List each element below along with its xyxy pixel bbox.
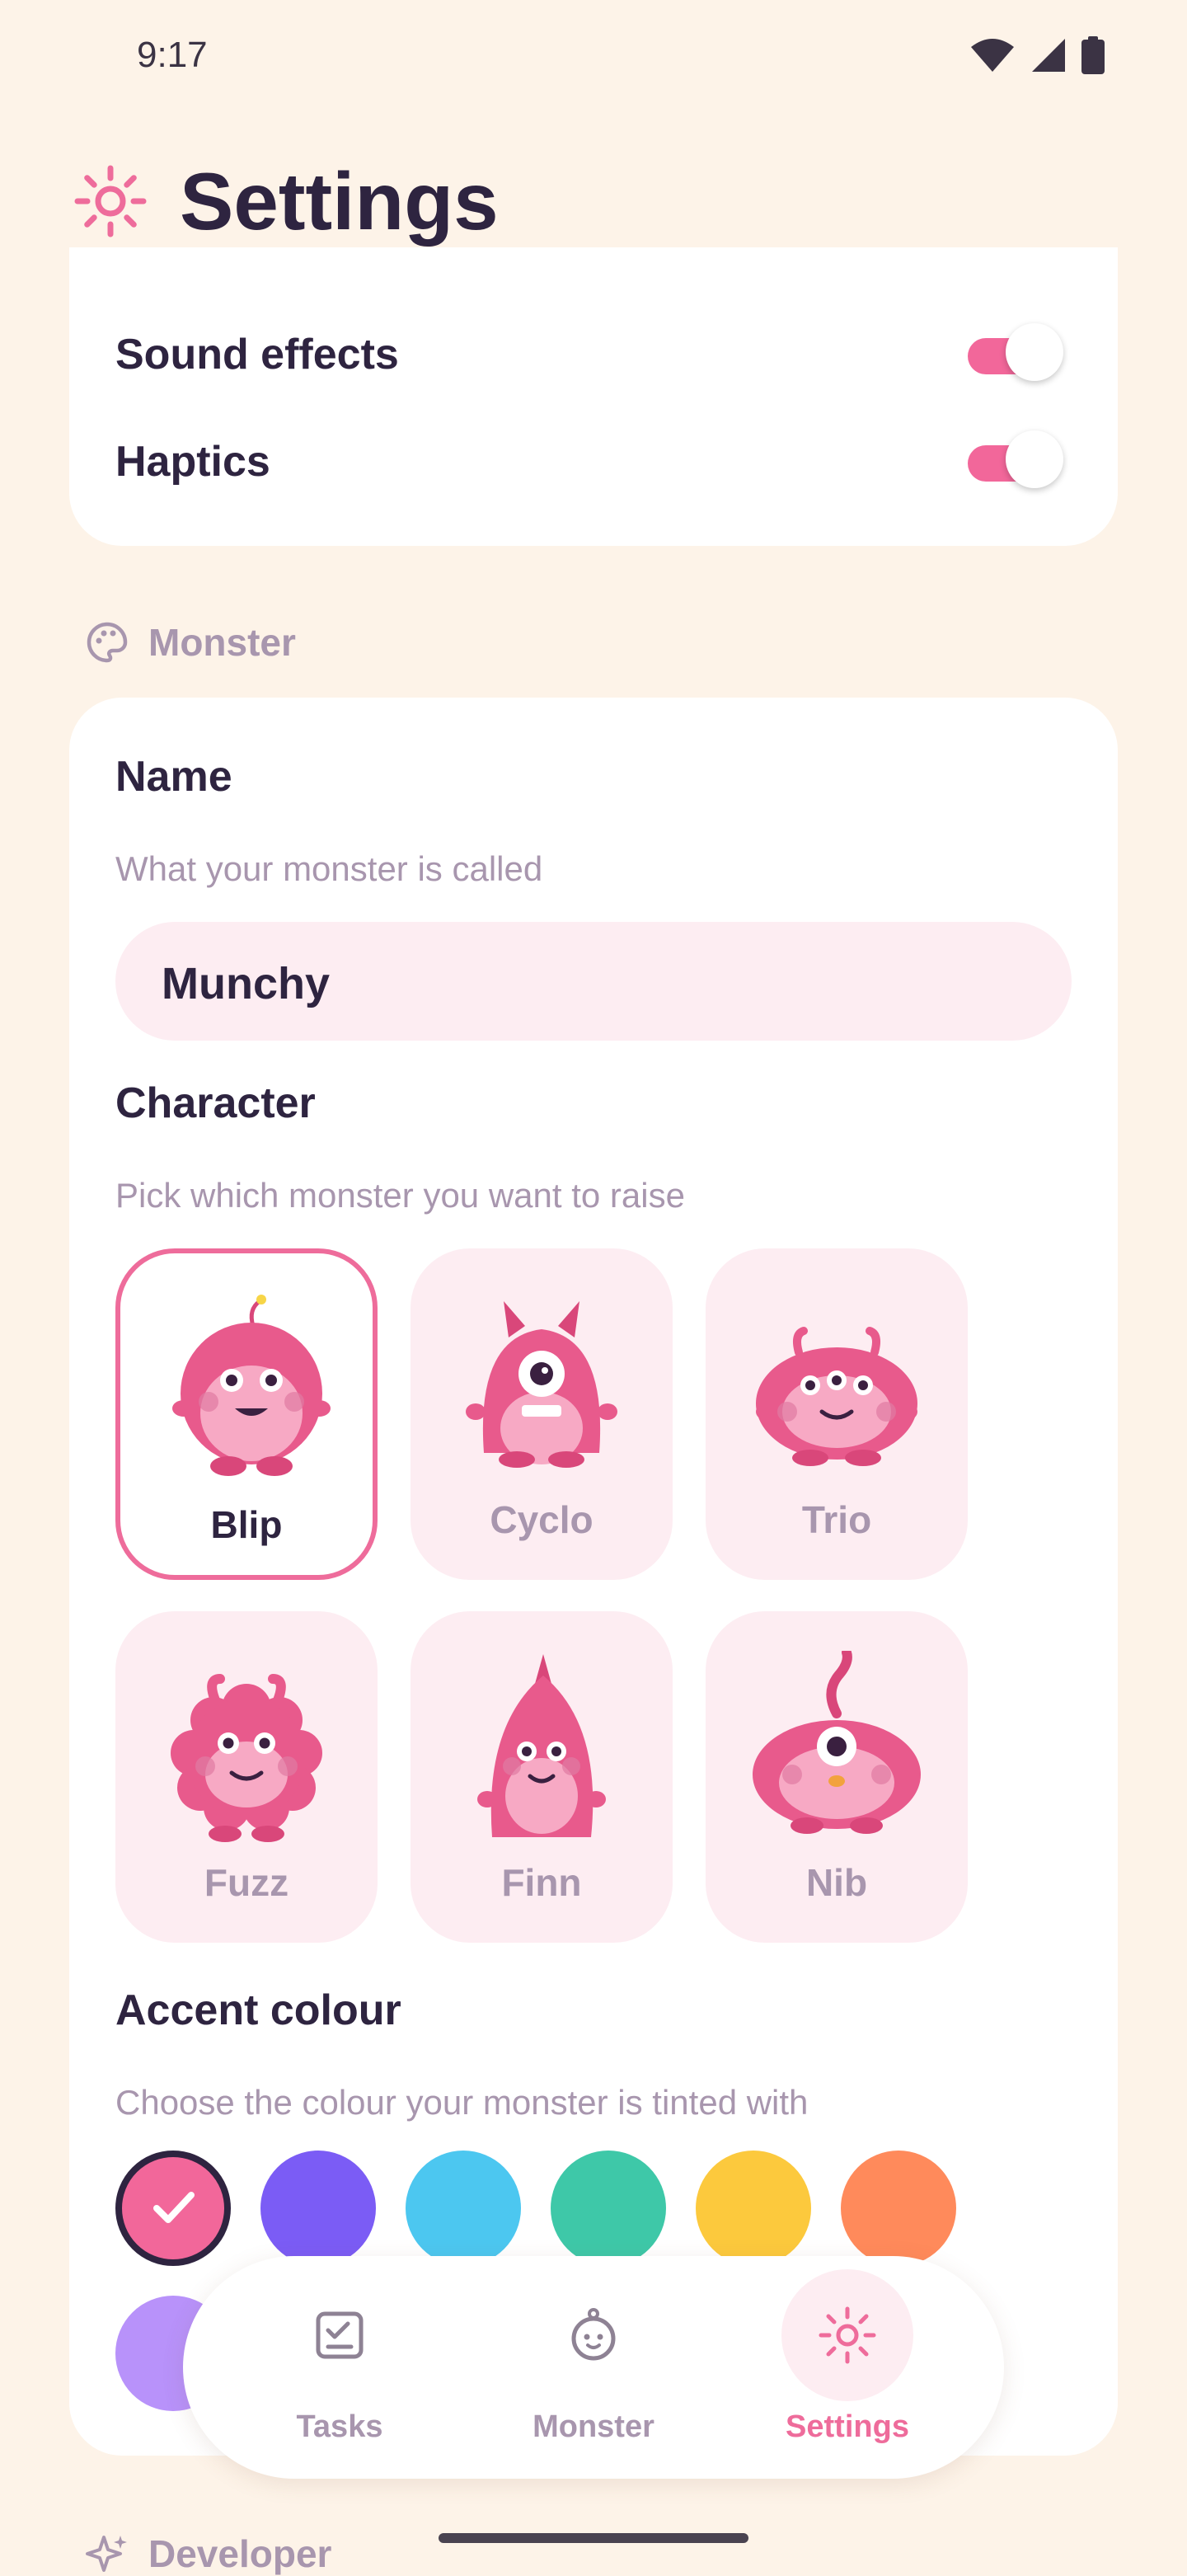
blip-monster-icon [172,1295,331,1476]
signal-icon [1032,39,1065,72]
sound-haptics-card [69,247,1118,546]
monster-name-value: Munchy [162,959,331,1008]
monster-icon [571,2308,616,2361]
character-tile-trio[interactable]: Trio [706,1248,968,1580]
accent-swatch-purple[interactable] [260,2151,376,2266]
character-tile-blip[interactable]: Blip [115,1248,378,1580]
tasks-icon [316,2311,364,2359]
nav-tasks[interactable]: Tasks [249,2256,430,2479]
gear-icon [819,2306,876,2364]
character-name: Nib [805,1861,868,1904]
nav-tasks-label: Tasks [296,2409,383,2444]
check-icon [153,2192,195,2223]
accent-swatch-pink[interactable] [115,2151,231,2266]
nav-settings-label: Settings [786,2409,909,2444]
monster-name-input[interactable]: Munchy [115,922,1072,1041]
developer-section-title: Developer [148,2532,332,2575]
finn-monster-icon [477,1654,606,1837]
accent-colour-label: Accent colour [115,1986,401,2034]
nav-monster[interactable]: Monster [503,2256,684,2479]
status-icons [969,36,1105,74]
character-name: Cyclo [490,1498,594,1541]
status-time: 9:17 [137,35,208,75]
accent-swatch-teal[interactable] [551,2151,666,2266]
fuzz-monster-icon [171,1674,322,1842]
sound-effects-label: Sound effects [115,331,399,378]
character-name: Finn [501,1861,582,1904]
character-name: Trio [801,1498,872,1541]
monster-section-title: Monster [148,621,296,664]
nav-settings[interactable]: Settings [757,2256,938,2479]
gear-icon [74,165,147,237]
name-help: What your monster is called [115,849,543,888]
character-label: Character [115,1079,316,1127]
nav-monster-label: Monster [533,2409,654,2444]
character-name: Blip [210,1503,283,1546]
trio-monster-icon [756,1327,917,1466]
character-tile-finn[interactable]: Finn [411,1611,673,1943]
sparkle-icon [86,2536,127,2572]
accent-swatch-blue[interactable] [406,2151,521,2266]
accent-swatch-yellow[interactable] [696,2151,811,2266]
character-name: Fuzz [204,1861,289,1904]
developer-section-heading: Developer [86,2531,331,2576]
sound-effects-toggle[interactable] [968,323,1063,381]
palette-icon [87,622,128,663]
haptics-label: Haptics [115,438,270,486]
cyclo-monster-icon [466,1301,617,1468]
battery-icon [1081,36,1105,74]
character-tile-cyclo[interactable]: Cyclo [411,1248,673,1580]
wifi-icon [971,39,1014,72]
haptics-toggle[interactable] [968,430,1063,488]
accent-colour-help: Choose the colour your monster is tinted… [115,2083,809,2122]
character-tile-fuzz[interactable]: Fuzz [115,1611,378,1943]
home-indicator[interactable] [439,2533,748,2543]
monster-section-heading: Monster [86,620,296,665]
name-label: Name [115,753,232,801]
character-help: Pick which monster you want to raise [115,1176,685,1215]
page-title: Settings [180,156,499,247]
nib-monster-icon [753,1651,921,1834]
character-tile-nib[interactable]: Nib [706,1611,968,1943]
bottom-navigation: Tasks Monster Settings [183,2256,1004,2479]
accent-swatch-orange[interactable] [841,2151,956,2266]
